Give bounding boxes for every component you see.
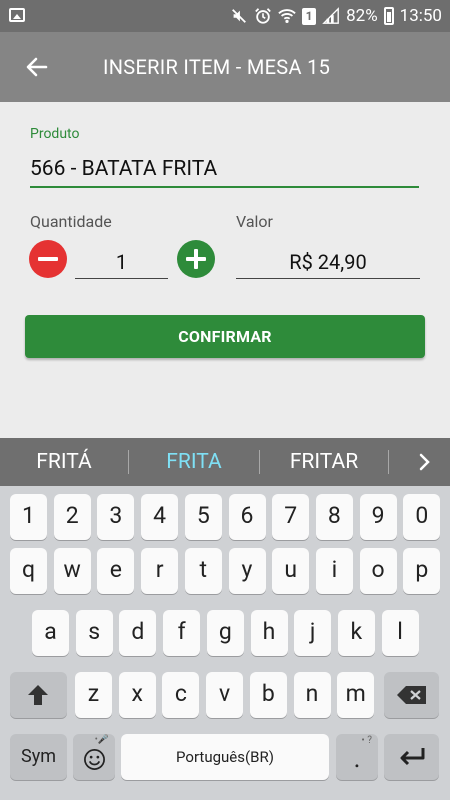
page-title: INSERIR ITEM - MESA 15 [103, 55, 331, 79]
key-0[interactable]: 0 [403, 494, 441, 540]
key-5[interactable]: 5 [184, 494, 222, 540]
key-2[interactable]: 2 [53, 494, 91, 540]
emoji-icon [84, 749, 105, 770]
period-key[interactable]: • ? . [336, 734, 378, 780]
key-h[interactable]: h [250, 610, 288, 656]
period-label: . [353, 744, 361, 774]
key-8[interactable]: 8 [315, 494, 353, 540]
key-j[interactable]: j [294, 610, 332, 656]
chevron-right-icon[interactable] [412, 438, 436, 486]
key-o[interactable]: o [359, 548, 397, 594]
confirm-button[interactable]: CONFIRMAR [25, 315, 425, 358]
decrease-quantity-button[interactable] [29, 240, 67, 278]
key-l[interactable]: l [381, 610, 419, 656]
status-icons: 1 82% 13:50 [230, 0, 442, 32]
backspace-icon [397, 686, 426, 704]
key-1[interactable]: 1 [10, 494, 47, 540]
key-v[interactable]: v [206, 672, 244, 718]
sym-key[interactable]: Sym [10, 734, 67, 780]
suggestion-item[interactable]: FRITÁ [0, 438, 128, 486]
wifi-icon [278, 9, 296, 24]
emoji-key[interactable]: •🎤 [73, 734, 115, 780]
key-b[interactable]: b [249, 672, 287, 718]
produto-input[interactable]: 566 - BATATA FRITA [30, 152, 419, 188]
key-6[interactable]: 6 [228, 494, 266, 540]
enter-key[interactable] [384, 734, 439, 780]
shift-arrow-icon [28, 685, 48, 705]
screen: { "status_bar": { "battery": "82%", "tim… [0, 0, 450, 800]
key-x[interactable]: x [118, 672, 156, 718]
suggestion-item-selected[interactable]: FRITA [129, 438, 259, 486]
valor-label: Valor [236, 212, 273, 231]
backspace-key[interactable] [384, 672, 439, 718]
divider [388, 450, 389, 474]
key-i[interactable]: i [315, 548, 353, 594]
signal-icon [322, 7, 339, 24]
key-4[interactable]: 4 [141, 494, 179, 540]
increase-quantity-button[interactable] [177, 240, 215, 278]
key-r[interactable]: r [141, 548, 179, 594]
key-s[interactable]: s [75, 610, 113, 656]
key-t[interactable]: t [184, 548, 222, 594]
status-bar: 1 82% 13:50 [0, 0, 450, 32]
quantidade-label: Quantidade [30, 212, 112, 231]
key-u[interactable]: u [272, 548, 310, 594]
app-bar: INSERIR ITEM - MESA 15 [0, 32, 450, 102]
key-m[interactable]: m [337, 672, 375, 718]
alarm-icon [255, 8, 271, 24]
key-9[interactable]: 9 [359, 494, 397, 540]
battery-icon [383, 7, 394, 25]
enter-icon [400, 748, 425, 766]
suggestion-bar: FRITÁ FRITA FRITAR [0, 438, 450, 486]
key-e[interactable]: e [97, 548, 135, 594]
mic-hint-icon: •🎤 [94, 735, 109, 745]
shift-key[interactable] [10, 672, 67, 718]
suggestion-item[interactable]: FRITAR [260, 438, 388, 486]
gallery-notification-icon [9, 8, 25, 22]
key-a[interactable]: a [32, 610, 69, 656]
key-d[interactable]: d [119, 610, 157, 656]
clock: 13:50 [399, 6, 442, 26]
arrow-left-icon[interactable] [22, 52, 52, 82]
sim-badge: 1 [302, 7, 317, 25]
key-p[interactable]: p [403, 548, 441, 594]
quantidade-input[interactable]: 1 [75, 244, 168, 279]
key-7[interactable]: 7 [272, 494, 310, 540]
key-3[interactable]: 3 [97, 494, 135, 540]
key-g[interactable]: g [206, 610, 244, 656]
produto-label: Produto [30, 126, 80, 142]
key-k[interactable]: k [337, 610, 375, 656]
space-key[interactable]: Português(BR) [121, 734, 329, 780]
battery-percent: 82% [346, 6, 378, 26]
mute-icon [232, 9, 247, 23]
key-y[interactable]: y [228, 548, 266, 594]
key-c[interactable]: c [162, 672, 200, 718]
key-f[interactable]: f [163, 610, 201, 656]
valor-input[interactable]: R$ 24,90 [236, 244, 420, 279]
key-q[interactable]: q [10, 548, 47, 594]
key-z[interactable]: z [75, 672, 112, 718]
key-w[interactable]: w [53, 548, 91, 594]
key-n[interactable]: n [293, 672, 331, 718]
keyboard: Sym •🎤 Português(BR) • ? . 1 2 3 4 5 6 7… [0, 486, 450, 800]
